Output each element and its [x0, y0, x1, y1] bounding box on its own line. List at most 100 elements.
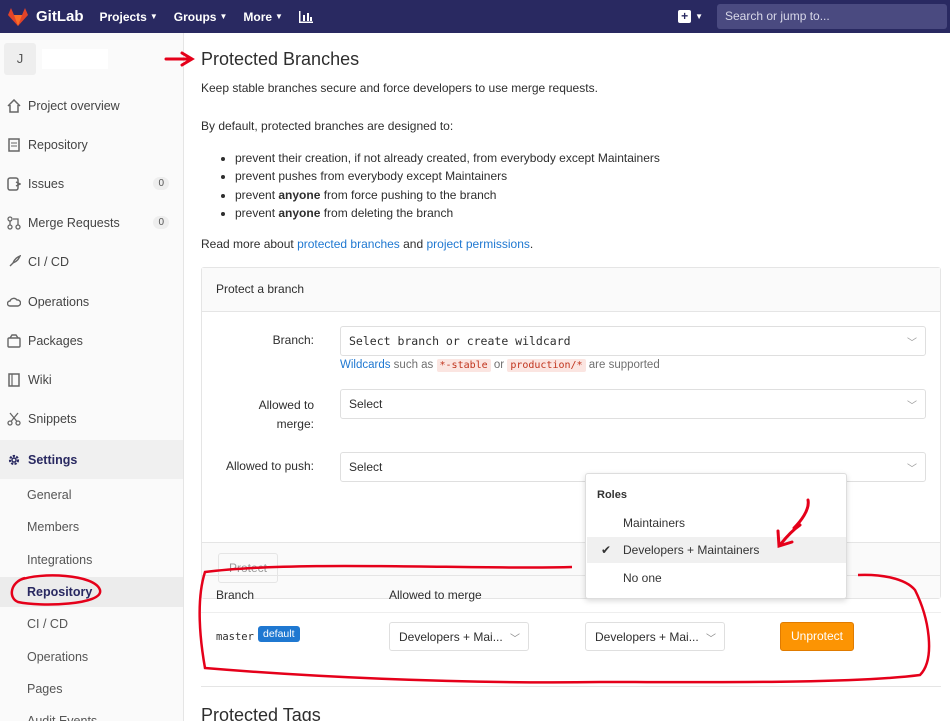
list-item: prevent their creation, if not already c… [235, 149, 660, 167]
rules-list: prevent their creation, if not already c… [221, 149, 660, 222]
nav-more-label: More [243, 9, 273, 24]
sidebar-item-project-overview[interactable]: Project overview [0, 86, 183, 125]
sidebar: J Project overview Repository Issues 0 M… [0, 33, 184, 721]
bullet-text: prevent their creation, if not already c… [235, 151, 660, 165]
merge-select-value: Select [349, 397, 383, 411]
project-permissions-link[interactable]: project permissions [427, 237, 530, 251]
nav-groups-label: Groups [173, 9, 217, 24]
unprotect-button[interactable]: Unprotect [780, 622, 854, 651]
sidebar-item-wiki[interactable]: Wiki [0, 360, 183, 399]
settings-sub-ci-cd[interactable]: CI / CD [0, 609, 183, 639]
chevron-down-icon: ▼ [149, 12, 158, 21]
default-intro-text: By default, protected branches are desig… [201, 119, 454, 133]
roles-dropdown: Roles Maintainers ✔ Developers + Maintain… [585, 473, 847, 599]
code-production: production/* [507, 359, 586, 372]
panel-title: Protect a branch [202, 268, 940, 312]
help-text: or [490, 359, 508, 371]
search-input[interactable]: Search or jump to... [717, 4, 947, 29]
role-option-label: No one [623, 571, 662, 585]
nav-projects[interactable]: Projects ▼ [100, 10, 158, 24]
row-push-select[interactable]: Developers + Mai... ﹀ [585, 622, 725, 651]
settings-sub-audit-events[interactable]: Audit Events [0, 706, 183, 721]
row-merge-select[interactable]: Developers + Mai... ﹀ [389, 622, 529, 651]
read-more-text: Read more about protected branches and p… [201, 237, 533, 251]
bullet-text: from deleting the branch [320, 205, 454, 220]
settings-sub-general[interactable]: General [0, 480, 183, 510]
col-header-branch: Branch [216, 588, 255, 602]
sidebar-item-issues[interactable]: Issues 0 [0, 164, 183, 203]
cloud-icon [6, 294, 22, 310]
bullet-text: from force pushing to the branch [320, 187, 497, 202]
dropdown-header: Roles [597, 489, 627, 501]
col-header-allowed-merge: Allowed to merge [389, 588, 482, 602]
protected-tags-title: Protected Tags [201, 705, 321, 721]
top-navbar: GitLab Projects ▼ Groups ▼ More ▼ + ▼ Searc… [0, 0, 950, 33]
bullet-text: prevent pushes from everybody except Mai… [235, 169, 508, 184]
sidebar-item-packages[interactable]: Packages [0, 321, 183, 360]
allowed-to-merge-select[interactable]: Select ﹀ [340, 389, 926, 419]
book-icon [6, 372, 22, 388]
project-name [42, 49, 108, 69]
sidebar-item-label: Packages [28, 333, 83, 348]
code-stable: *-stable [436, 359, 491, 372]
gitlab-logo[interactable]: GitLab [8, 7, 84, 26]
chevron-down-icon: ▼ [219, 12, 228, 21]
scissors-icon [6, 411, 22, 427]
settings-sub-pages[interactable]: Pages [0, 674, 183, 704]
settings-sub-repository[interactable]: Repository [0, 577, 183, 607]
bullet-bold: anyone [278, 187, 321, 202]
merge-label-line1: Allowed to [258, 398, 314, 412]
role-option-label: Developers + Maintainers [623, 543, 760, 557]
chevron-down-icon: ▼ [275, 12, 283, 21]
sidebar-item-label: Merge Requests [28, 215, 120, 230]
protected-branches-link[interactable]: protected branches [297, 237, 400, 251]
project-avatar: J [4, 43, 36, 75]
push-select-value: Select [349, 460, 383, 474]
sidebar-item-repository[interactable]: Repository [0, 125, 183, 164]
header-divider [201, 612, 941, 613]
gear-icon [6, 452, 22, 468]
branch-label: Branch: [272, 333, 314, 347]
branch-select-value: Select branch or create wildcard [349, 334, 571, 348]
nav-groups[interactable]: Groups ▼ [174, 10, 228, 24]
settings-sub-members[interactable]: Members [0, 512, 183, 542]
sidebar-item-ci-cd[interactable]: CI / CD [0, 242, 183, 281]
role-option-no-one[interactable]: No one [587, 565, 846, 591]
branch-select[interactable]: Select branch or create wildcard ﹀ [340, 326, 926, 356]
nav-projects-label: Projects [99, 9, 147, 24]
read-more-pre: Read more about [201, 237, 298, 251]
sidebar-item-snippets[interactable]: Snippets [0, 399, 183, 438]
doc-icon [6, 137, 22, 153]
list-item: prevent pushes from everybody except Mai… [235, 167, 660, 185]
sidebar-item-operations[interactable]: Operations [0, 282, 183, 321]
gitlab-logo-icon [8, 7, 28, 26]
wildcards-link[interactable]: Wildcards [340, 359, 390, 371]
settings-sub-integrations[interactable]: Integrations [0, 545, 183, 575]
sidebar-item-label: Settings [28, 452, 78, 467]
row-merge-value: Developers + Mai... [399, 630, 503, 644]
sidebar-item-settings[interactable]: Settings [0, 440, 183, 479]
activity-chart-icon[interactable] [298, 10, 313, 23]
intro-text: Keep stable branches secure and force de… [201, 81, 598, 95]
issues-icon [6, 176, 22, 192]
sidebar-item-merge-requests[interactable]: Merge Requests 0 [0, 203, 183, 242]
merge-label: Allowed to merge: [214, 396, 314, 434]
brand-name: GitLab [36, 8, 84, 25]
branch-name: master [216, 631, 254, 643]
sidebar-item-label: CI / CD [28, 254, 69, 269]
project-header[interactable]: J [0, 43, 108, 75]
role-option-developers-maintainers[interactable]: ✔ Developers + Maintainers [587, 537, 846, 563]
settings-sub-operations[interactable]: Operations [0, 642, 183, 672]
new-item-button[interactable]: + ▼ [678, 10, 703, 23]
list-item: prevent anyone from deleting the branch [235, 204, 660, 222]
nav-more[interactable]: More ▼ [243, 10, 283, 24]
read-more-mid: and [399, 237, 427, 251]
merge-icon [6, 215, 22, 231]
check-icon: ✔ [601, 543, 612, 557]
issues-count-badge: 0 [153, 177, 169, 190]
role-option-maintainers[interactable]: Maintainers [587, 510, 846, 536]
home-icon [6, 98, 22, 114]
package-icon [6, 333, 22, 349]
list-item: prevent anyone from force pushing to the… [235, 186, 660, 204]
chevron-down-icon: ﹀ [510, 634, 520, 645]
